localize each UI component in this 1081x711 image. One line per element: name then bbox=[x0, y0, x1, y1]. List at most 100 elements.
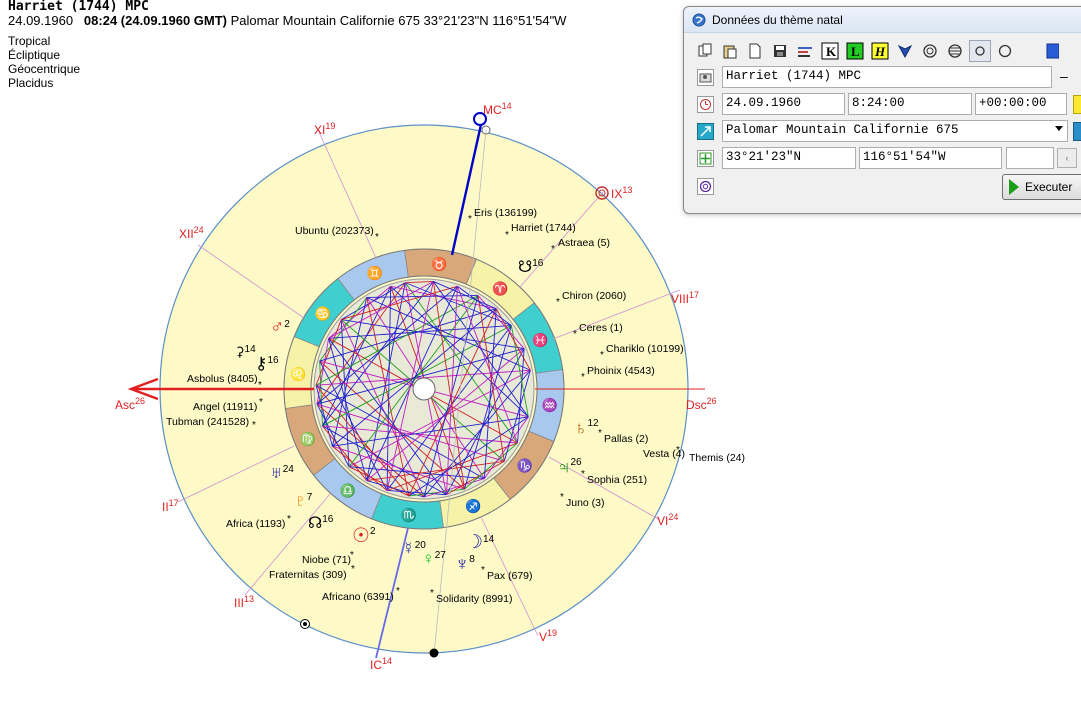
asteroid-label: Astraea (5) bbox=[558, 237, 610, 249]
svg-text:*: * bbox=[560, 492, 564, 503]
zodiac-sign-icon: ♋ bbox=[315, 306, 331, 321]
svg-text:*: * bbox=[676, 445, 680, 456]
datetime-row: 24.09.1960 8:24:00 +00:00:00 bbox=[694, 93, 1081, 117]
svg-text:*: * bbox=[468, 214, 472, 225]
asteroid-label: Themis (24) bbox=[689, 452, 745, 464]
asteroid-label: Solidarity (8991) bbox=[436, 593, 512, 605]
execute-label: Executer bbox=[1025, 180, 1073, 194]
house-label-xii: XII24 bbox=[179, 225, 204, 241]
asteroid-label: Niobe (71) bbox=[302, 554, 351, 566]
empty-circle-icon[interactable] bbox=[994, 40, 1016, 62]
clock-icon bbox=[697, 96, 714, 113]
person-icon bbox=[697, 69, 714, 86]
swirl-icon[interactable] bbox=[697, 178, 714, 195]
dialog-title: Données du thème natal bbox=[712, 12, 843, 27]
small-circle-icon[interactable] bbox=[969, 40, 991, 62]
svg-text:*: * bbox=[581, 372, 585, 383]
center-circle bbox=[412, 377, 436, 401]
asteroid-label: Africa (1193) bbox=[226, 518, 285, 530]
zodiac-sign-icon: ♌ bbox=[290, 367, 306, 382]
asteroid-label: Fraternitas (309) bbox=[269, 569, 347, 581]
svg-text:*: * bbox=[505, 230, 509, 241]
svg-text:*: * bbox=[252, 420, 256, 431]
chevron-down-icon[interactable] bbox=[1055, 126, 1063, 131]
svg-text:L: L bbox=[851, 44, 860, 59]
svg-text:*: * bbox=[481, 565, 485, 576]
asteroid-label: Ceres (1) bbox=[579, 322, 623, 334]
house-label-xi: XI19 bbox=[314, 121, 335, 137]
zodiac-sign-icon: ♏ bbox=[400, 508, 416, 523]
zodiac-sign-icon: ♈ bbox=[492, 281, 508, 296]
name-field[interactable]: Harriet (1744) MPC bbox=[722, 66, 1052, 88]
house-label-iii: III13 bbox=[234, 594, 254, 610]
house-label-v: V19 bbox=[539, 628, 557, 644]
asteroid-label: Angel (11911) bbox=[193, 401, 257, 413]
svg-text:*: * bbox=[551, 244, 555, 255]
circle-cross-icon[interactable] bbox=[944, 40, 966, 62]
save-icon[interactable] bbox=[769, 40, 791, 62]
settings-icon[interactable] bbox=[794, 40, 816, 62]
zodiac-sign-icon: ♊ bbox=[366, 266, 382, 281]
place-row: Palomar Mountain Californie 675 bbox=[694, 120, 1081, 144]
new-icon[interactable] bbox=[744, 40, 766, 62]
k-icon[interactable]: K bbox=[819, 40, 841, 62]
svg-text:*: * bbox=[351, 564, 355, 575]
svg-text:H: H bbox=[874, 44, 886, 59]
place-select[interactable]: Palomar Mountain Californie 675 bbox=[722, 120, 1068, 142]
shield-icon[interactable] bbox=[894, 40, 916, 62]
asteroid-label: Chariklo (10199) bbox=[606, 343, 684, 355]
zodiac-sign-icon: ♍ bbox=[299, 431, 315, 446]
dialog-titlebar[interactable]: Données du thème natal bbox=[684, 7, 1081, 33]
ic-label: IC14 bbox=[370, 656, 392, 672]
svg-text:*: * bbox=[581, 469, 585, 480]
side-dash: – bbox=[1060, 68, 1068, 84]
map-icon[interactable] bbox=[1073, 122, 1081, 141]
svg-text:*: * bbox=[350, 550, 354, 561]
place-value: Palomar Mountain Californie 675 bbox=[726, 123, 959, 137]
svg-text:K: K bbox=[826, 44, 837, 59]
svg-text:*: * bbox=[258, 380, 262, 391]
blue-square-icon[interactable] bbox=[1041, 40, 1063, 62]
paste-icon[interactable] bbox=[719, 40, 741, 62]
execute-button[interactable]: Executer bbox=[1002, 174, 1081, 200]
circle-spiral-icon[interactable] bbox=[919, 40, 941, 62]
app-globe-icon bbox=[692, 13, 706, 26]
asteroid-label: Phoinix (4543) bbox=[587, 365, 655, 377]
svg-text:*: * bbox=[598, 428, 602, 439]
map-arrow-icon bbox=[697, 123, 714, 140]
svg-text:*: * bbox=[430, 588, 434, 599]
dialog-toolbar: K L H bbox=[694, 38, 1081, 64]
coordinates-icon bbox=[697, 150, 714, 167]
latitude-field[interactable]: 33°21'23"N bbox=[722, 147, 856, 169]
zodiac-sign-icon: ♐ bbox=[465, 498, 481, 513]
asc-label: Asc26 bbox=[115, 396, 145, 412]
longitude-field[interactable]: 116°51'54"W bbox=[859, 147, 1002, 169]
natal-data-dialog[interactable]: Données du thème natal K L H Harriet (17… bbox=[683, 6, 1081, 214]
zodiac-sign-icon: ♎ bbox=[340, 483, 356, 498]
h-icon[interactable]: H bbox=[869, 40, 891, 62]
asteroid-label: Juno (3) bbox=[566, 497, 605, 509]
name-row: Harriet (1744) MPC – bbox=[694, 66, 1081, 90]
house-label-vi: VI24 bbox=[657, 512, 678, 528]
svg-text:*: * bbox=[573, 329, 577, 340]
svg-text:*: * bbox=[556, 297, 560, 308]
chevron-left-icon[interactable]: ‹ bbox=[1057, 148, 1077, 168]
asteroid-label: Pax (679) bbox=[487, 570, 533, 582]
asteroid-label: Eris (136199) bbox=[474, 207, 537, 219]
asteroid-label: Pallas (2) bbox=[604, 433, 648, 445]
zodiac-sign-icon: ♓ bbox=[532, 333, 548, 348]
asteroid-label: Tubman (241528) bbox=[166, 416, 249, 428]
time-field[interactable]: 8:24:00 bbox=[848, 93, 972, 115]
zodiac-sign-icon: ♑ bbox=[517, 458, 533, 473]
copy-icon[interactable] bbox=[694, 40, 716, 62]
house-label-ii: II17 bbox=[162, 498, 179, 514]
date-field[interactable]: 24.09.1960 bbox=[722, 93, 845, 115]
timezone-field[interactable]: +00:00:00 bbox=[975, 93, 1067, 115]
l-icon[interactable]: L bbox=[844, 40, 866, 62]
house-label-ix: IX13 bbox=[611, 185, 632, 201]
dsc-label: Dsc26 bbox=[686, 396, 717, 412]
zodiac-sign-icon: ♒ bbox=[541, 397, 557, 412]
coords-row: 33°21'23"N 116°51'54"W ‹ bbox=[694, 147, 1081, 171]
extra-field[interactable] bbox=[1006, 147, 1054, 169]
timezone-color-swatch[interactable] bbox=[1073, 95, 1081, 114]
